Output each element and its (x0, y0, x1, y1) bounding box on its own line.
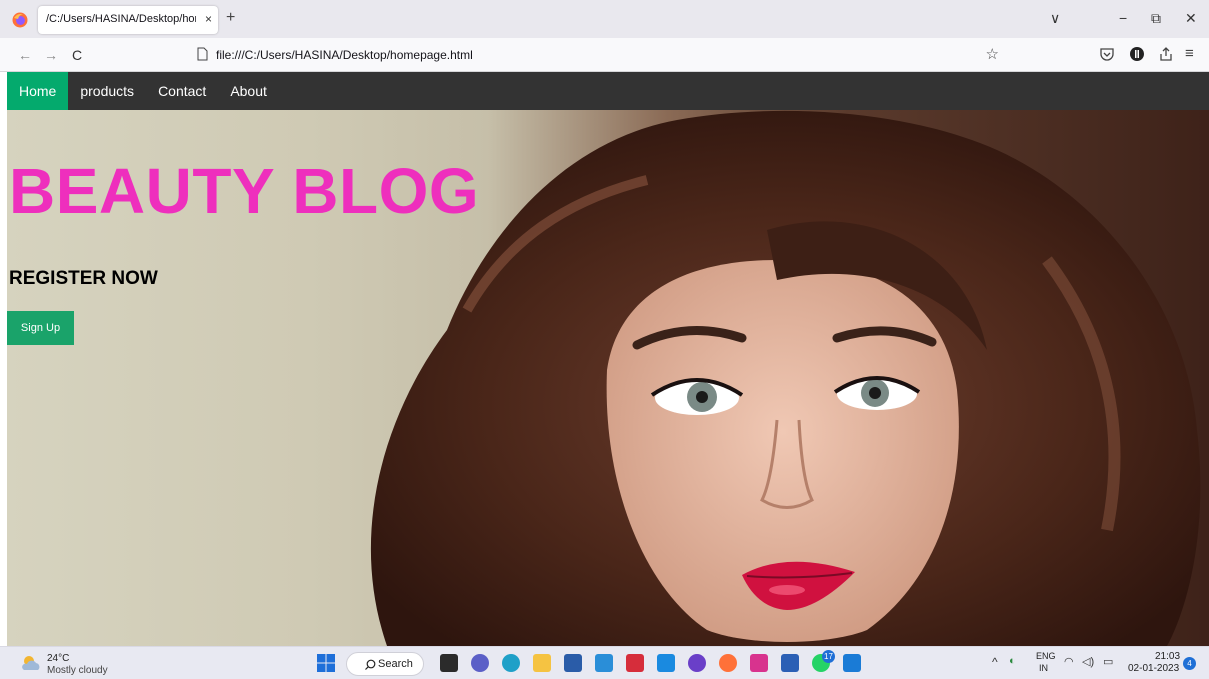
forward-button[interactable]: → (44, 47, 58, 63)
nav-about[interactable]: About (218, 72, 279, 110)
store-icon[interactable] (564, 654, 582, 672)
windows-taskbar: 24°C Mostly cloudy Search 17 ^ ◐ ENG IN (0, 646, 1209, 679)
copilot-icon[interactable] (688, 654, 706, 672)
weather-description: Mostly cloudy (47, 665, 108, 676)
web-page: Home products Contact About BEAUTY BLOG … (7, 72, 1209, 646)
bookmark-star-icon[interactable]: ☆ (986, 45, 999, 63)
instagram-icon[interactable] (750, 654, 768, 672)
search-label: Search (378, 658, 413, 670)
pocket-icon[interactable] (1099, 46, 1115, 62)
task-view-icon[interactable] (440, 654, 458, 672)
tab-bar: /C:/Users/HASINA/Desktop/homep × + ∨ − ⧉… (0, 0, 1209, 38)
outlook-icon[interactable] (657, 654, 675, 672)
windows-start-icon[interactable] (317, 654, 335, 672)
teams-chat-icon[interactable] (471, 654, 489, 672)
taskbar-search[interactable]: Search (346, 652, 424, 676)
mcafee-icon[interactable] (626, 654, 644, 672)
back-button[interactable]: ← (18, 47, 32, 63)
language-top[interactable]: ENG (1036, 651, 1056, 661)
battery-icon[interactable]: ▭ (1103, 655, 1113, 668)
firefox-icon[interactable] (12, 12, 28, 28)
page-icon (197, 47, 208, 61)
restore-button[interactable]: ⧉ (1151, 10, 1161, 27)
tab-list-icon[interactable]: ∨ (1050, 10, 1060, 27)
reload-button[interactable]: C (72, 47, 82, 63)
tray-chevron-icon[interactable]: ^ (992, 655, 998, 669)
notification-badge[interactable]: 4 (1183, 657, 1196, 670)
sign-up-button[interactable]: Sign Up (7, 311, 74, 345)
word-icon[interactable] (781, 654, 799, 672)
weather-temp: 24°C (47, 653, 70, 664)
weather-cloud-icon[interactable] (20, 654, 42, 672)
tray-app-icon[interactable]: ◐ (1009, 655, 1016, 667)
volume-icon[interactable]: ◁) (1082, 655, 1094, 668)
url-text: file:///C:/Users/HASINA/Desktop/homepage… (216, 48, 473, 62)
clock-time[interactable]: 21:03 (1155, 651, 1180, 662)
search-icon (365, 659, 376, 670)
new-tab-button[interactable]: + (226, 9, 235, 27)
hero-section: BEAUTY BLOG REGISTER NOW Sign Up (7, 110, 1209, 646)
tab-close-icon[interactable]: × (205, 12, 212, 26)
register-heading: REGISTER NOW (9, 268, 158, 289)
blog-title: BEAUTY BLOG (9, 155, 480, 227)
tab-title: /C:/Users/HASINA/Desktop/homep (46, 13, 196, 25)
share-icon[interactable] (1158, 46, 1174, 62)
browser-window: /C:/Users/HASINA/Desktop/homep × + ∨ − ⧉… (0, 0, 1209, 679)
tab-homepage[interactable]: /C:/Users/HASINA/Desktop/homep × (38, 6, 218, 34)
nav-home[interactable]: Home (7, 72, 69, 110)
language-bottom[interactable]: IN (1039, 663, 1048, 673)
nav-toolbar: ← → C file:///C:/Users/HASINA/Desktop/ho… (0, 38, 1209, 72)
close-button[interactable]: ✕ (1185, 10, 1197, 27)
firefox-taskbar-icon[interactable] (719, 654, 737, 672)
whatsapp-badge: 17 (822, 650, 835, 663)
account-icon[interactable] (1129, 46, 1145, 62)
clock-date[interactable]: 02-01-2023 (1128, 663, 1179, 674)
top-navigation: Home products Contact About (7, 72, 1209, 110)
nav-products[interactable]: products (68, 72, 146, 110)
menu-icon[interactable]: ≡ (1185, 45, 1194, 62)
minimize-button[interactable]: − (1119, 10, 1127, 26)
wifi-icon[interactable]: ◠ (1064, 655, 1074, 668)
vscode-icon[interactable] (843, 654, 861, 672)
edge-icon[interactable] (502, 654, 520, 672)
app-l-icon[interactable] (595, 654, 613, 672)
address-bar[interactable]: file:///C:/Users/HASINA/Desktop/homepage… (190, 42, 1005, 68)
nav-contact[interactable]: Contact (146, 72, 218, 110)
file-explorer-icon[interactable] (533, 654, 551, 672)
